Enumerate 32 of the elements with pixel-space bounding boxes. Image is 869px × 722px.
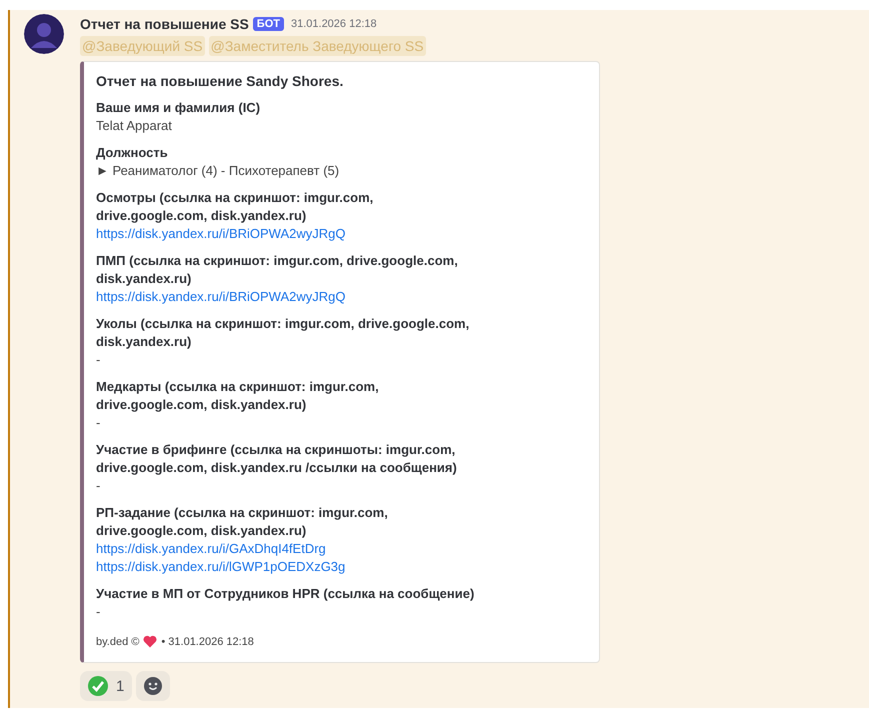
timestamp: 31.01.2026 12:18	[290, 18, 377, 30]
author-name[interactable]: Отчет на повышение SS	[80, 16, 249, 32]
embed-title: Отчет на повышение Sandy Shores.	[96, 73, 344, 89]
field-name: Ваше имя и фамилия (IC)	[96, 99, 262, 117]
field-value: Telat Apparat	[96, 117, 173, 135]
footer-text: by.ded ©	[96, 636, 140, 648]
field-value: ► Реаниматолог (4) - Психотерапевт (5)	[96, 162, 340, 180]
field-name: РП-задание (ссылка на скриншот: imgur.com, drive.google.com, disk.yandex.ru)	[96, 504, 389, 540]
link[interactable]: https://disk.yandex.ru/i/BRiOPWA2wyJRgQ	[96, 289, 346, 304]
footer-timestamp: • 31.01.2026 12:18	[161, 636, 254, 648]
reaction-button[interactable]: 1	[80, 671, 132, 701]
field-name: Участие в МП от Сотрудников HPR (ссылка на сообщение)	[96, 585, 476, 603]
link[interactable]: https://disk.yandex.ru/i/lGWP1pOEDXzG3g	[96, 559, 346, 574]
field-value: -	[96, 603, 102, 621]
smiley-icon	[144, 677, 162, 695]
avatar-figure-icon	[24, 14, 64, 54]
link[interactable]: https://disk.yandex.ru/i/BRiOPWA2wyJRgQ	[96, 226, 346, 241]
avatar[interactable]	[24, 14, 64, 54]
checkmark-icon	[88, 676, 108, 696]
field-name: ПМП (ссылка на скриншот: imgur.com, drive.google.com, disk.yandex.ru)	[96, 252, 459, 288]
bot-tag: БОТ	[252, 17, 284, 31]
field-name: Осмотры (ссылка на скриншот: imgur.com, drive.google.com, disk.yandex.ru)	[96, 189, 374, 225]
field-name: Участие в брифинге (ссылка на скриншоты: imgur.com, drive.google.com, disk.yandex.ru /ссылки на сообщения)	[96, 441, 458, 477]
heart-icon	[143, 635, 158, 648]
field-name: Уколы (ссылка на скриншот: imgur.com, drive.google.com, disk.yandex.ru)	[96, 315, 470, 351]
field-name: Должность	[96, 144, 169, 162]
add-reaction-button[interactable]	[136, 671, 170, 701]
link[interactable]: https://disk.yandex.ru/i/GAxDhqI4fEtDrg	[96, 541, 326, 556]
field-name: Медкарты (ссылка на скриншот: imgur.com, drive.google.com, disk.yandex.ru)	[96, 378, 380, 414]
field-value: -	[96, 351, 102, 369]
field-value: -	[96, 477, 102, 495]
field-value: -	[96, 414, 102, 432]
